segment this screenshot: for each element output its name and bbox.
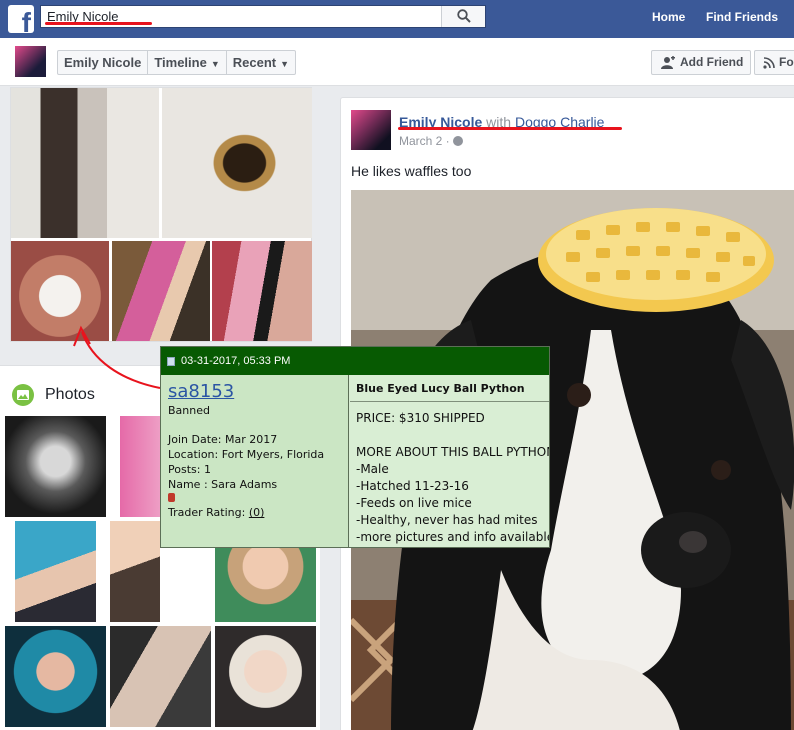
forum-post-header: 03-31-2017, 05:33 PM xyxy=(161,347,549,375)
chevron-down-icon: ▼ xyxy=(280,59,290,69)
photo-thumbnail[interactable] xyxy=(110,626,211,727)
add-friend-icon xyxy=(661,56,675,69)
photo-grid-top xyxy=(10,87,312,342)
photo-thumbnail[interactable] xyxy=(15,521,96,622)
nav-find-friends-link[interactable]: Find Friends xyxy=(706,10,778,24)
forum-join-date: Join Date: Mar 2017 xyxy=(168,433,278,446)
forum-detail-line: -Healthy, never has had mites xyxy=(356,513,538,527)
crumb-recent[interactable]: Recent ▼ xyxy=(227,51,295,74)
post-document-icon xyxy=(167,357,175,366)
search-button[interactable] xyxy=(441,6,485,27)
profile-header: Emily Nicole Timeline ▼ Recent ▼ Add Frien… xyxy=(0,38,794,86)
search-icon xyxy=(457,9,471,23)
globe-icon xyxy=(452,136,463,146)
forum-real-name: Name : Sara Adams xyxy=(168,478,278,491)
photo-thumbnail[interactable] xyxy=(11,88,159,238)
post-timestamp[interactable]: March 2 · xyxy=(399,134,463,148)
top-bar: f Home Find Friends xyxy=(0,0,794,38)
profile-avatar[interactable] xyxy=(15,46,46,77)
divider xyxy=(350,401,549,402)
crumb-timeline[interactable]: Timeline ▼ xyxy=(148,51,227,74)
reputation-icon xyxy=(168,493,175,502)
forum-post-body: Blue Eyed Lucy Ball Python PRICE: $310 S… xyxy=(350,375,549,547)
chevron-down-icon: ▼ xyxy=(210,59,220,69)
forum-location: Location: Fort Myers, Florida xyxy=(168,448,325,461)
forum-post-title: Blue Eyed Lucy Ball Python xyxy=(356,382,525,395)
post-text: He likes waffles too xyxy=(351,163,472,179)
forum-more-about: MORE ABOUT THIS BALL PYTHON xyxy=(356,445,549,459)
forum-detail-line: -more pictures and info available xyxy=(356,530,549,544)
photo-thumbnail[interactable] xyxy=(5,416,106,517)
forum-trader-rating: Trader Rating: (0) xyxy=(168,506,265,519)
photo-thumbnail[interactable] xyxy=(162,88,312,238)
trader-rating-link[interactable]: (0) xyxy=(249,506,265,519)
rss-icon xyxy=(763,57,775,69)
forum-detail-line: -Male xyxy=(356,462,389,476)
forum-detail-line: -Feeds on live mice xyxy=(356,496,472,510)
photos-icon xyxy=(12,384,34,406)
facebook-logo[interactable]: f xyxy=(8,5,34,33)
post-author-avatar[interactable] xyxy=(351,110,391,150)
add-friend-button[interactable]: Add Friend xyxy=(651,50,751,75)
nav-home-link[interactable]: Home xyxy=(652,10,685,24)
photo-thumbnail[interactable] xyxy=(110,521,160,622)
forum-post-overlay: 03-31-2017, 05:33 PM sa8153 Banned Join … xyxy=(160,346,550,548)
crumb-profile-name[interactable]: Emily Nicole xyxy=(58,51,149,74)
photo-thumbnail[interactable] xyxy=(212,241,312,341)
forum-user-status: Banned xyxy=(168,404,210,417)
annotation-underline-post-author xyxy=(398,127,622,130)
follow-button[interactable]: Follow xyxy=(754,50,794,75)
breadcrumb: Emily Nicole Timeline ▼ Recent ▼ xyxy=(57,50,297,75)
forum-post-count: Posts: 1 xyxy=(168,463,211,476)
forum-price: PRICE: $310 SHIPPED xyxy=(356,411,485,425)
annotation-arrow xyxy=(73,325,161,389)
photo-thumbnail[interactable] xyxy=(215,626,316,727)
forum-username-link[interactable]: sa8153 xyxy=(168,381,341,403)
forum-user-panel: sa8153 Banned Join Date: Mar 2017 Locati… xyxy=(161,375,349,547)
annotation-underline-search xyxy=(45,22,152,25)
forum-detail-line: -Hatched 11-23-16 xyxy=(356,479,469,493)
photo-thumbnail[interactable] xyxy=(5,626,106,727)
